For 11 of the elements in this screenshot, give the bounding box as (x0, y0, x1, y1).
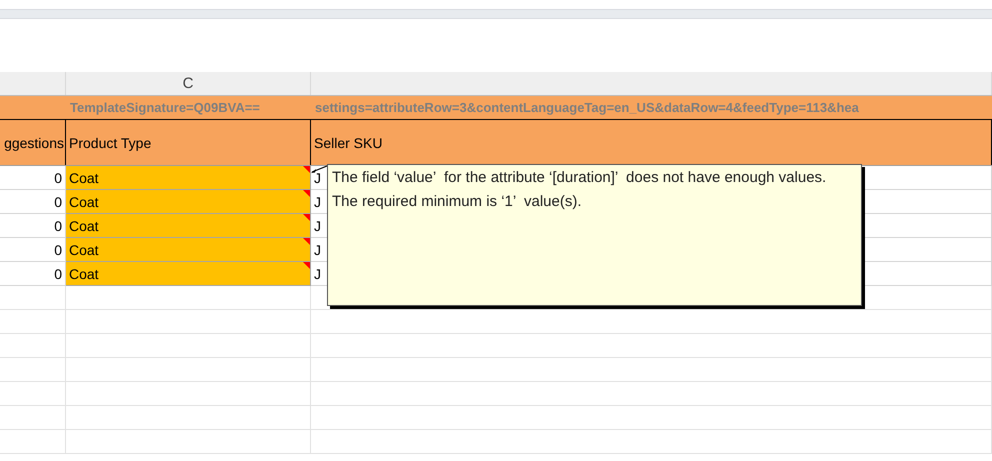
table-cell: Coat (66, 238, 311, 262)
leader-line (311, 166, 328, 173)
template-cell-text: settings=attributeRow=3&contentLanguageTag=en_US&dataRow=4&feedType=113&hea (314, 99, 860, 117)
table-cell: Coat (66, 214, 311, 238)
header-cell: ggestions (0, 120, 66, 165)
column-header: C (66, 72, 311, 95)
header-cell: Product Type (66, 120, 311, 165)
table-cell: Coat (66, 190, 311, 214)
template-cell-text: TemplateSignature=Q09BVA== (69, 99, 261, 117)
table-cell: Coat (66, 262, 311, 286)
table-cell: Coat (66, 166, 311, 190)
